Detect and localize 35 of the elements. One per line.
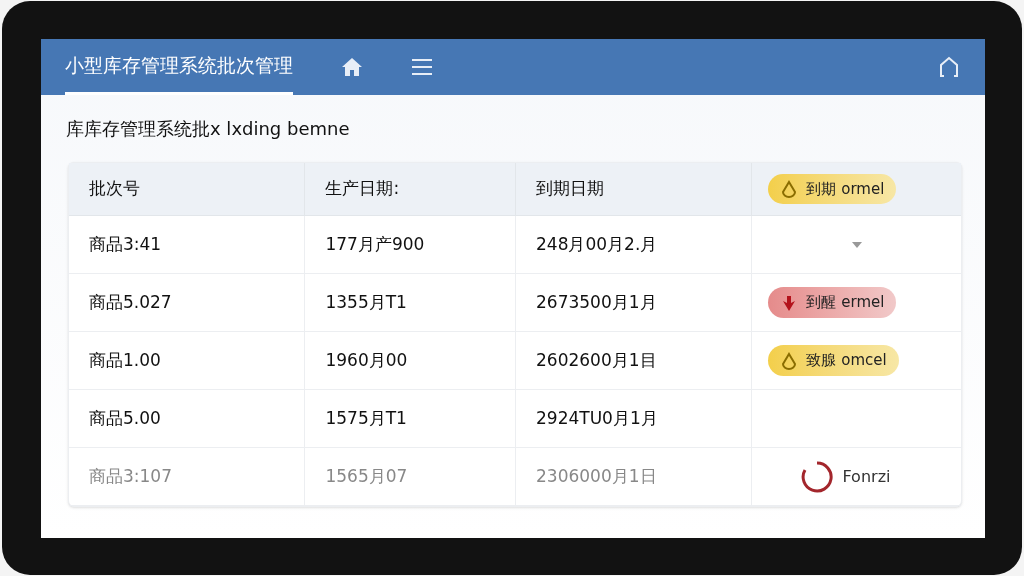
table-row[interactable]: 商品5.00 1575月T1 2924TU0月1月 (69, 390, 961, 448)
menu-icon[interactable] (411, 58, 433, 76)
table-row[interactable]: 商品1.00 1960月00 2602600月1目 致腺 omcel (69, 332, 961, 390)
house-outline-icon[interactable] (937, 55, 961, 79)
drop-icon (780, 180, 799, 198)
table-cell: 1355月T1 (305, 274, 516, 331)
table-cell: 1960月00 (305, 332, 516, 389)
caret-icon[interactable] (850, 240, 863, 249)
table-row[interactable]: 商品3:107 1565月07 2306000月1日 Fonrzi (69, 448, 961, 506)
status-badge: 致腺 omcel (768, 345, 899, 376)
table-cell: 2924TU0月1月 (516, 390, 753, 447)
table-cell: 1575月T1 (305, 390, 516, 447)
table-cell: 商品3:41 (69, 216, 306, 273)
table-cell: 248月00月2.月 (516, 216, 753, 273)
table-cell: 1565月07 (305, 448, 516, 505)
drop-icon (780, 351, 799, 370)
table-cell: 177月产900 (305, 216, 516, 273)
status-badge: 到醒 ermel (768, 287, 897, 318)
table-cell: 商品3:107 (69, 448, 306, 505)
status-label: Fonrzi (842, 465, 891, 488)
table-cell: 商品5.00 (69, 390, 306, 447)
table-cell: 商品5.027 (69, 274, 306, 331)
page-subtitle: 库库存管理系统批x lxding bemne (66, 117, 351, 141)
table-cell: 2306000月1日 (516, 448, 753, 505)
table-cell: 商品1.00 (69, 332, 306, 389)
column-header: 批次号 (69, 163, 306, 215)
column-header: 到期日期 (516, 163, 753, 215)
table-row[interactable]: 商品5.027 1355月T1 2673500月1月 到醒 ermel (69, 274, 961, 332)
status-badge: 到期 ormel (768, 173, 897, 205)
title-tab[interactable]: 小型库存管理系统批次管理 (65, 39, 293, 95)
home-icon[interactable] (341, 56, 363, 78)
table-cell: 2673500月1月 (516, 274, 753, 331)
column-header: 生产日期: (305, 163, 516, 215)
table-cell: 2602600月1目 (516, 332, 753, 389)
table-row[interactable]: 商品3:41 177月产900 248月00月2.月 (69, 216, 961, 274)
